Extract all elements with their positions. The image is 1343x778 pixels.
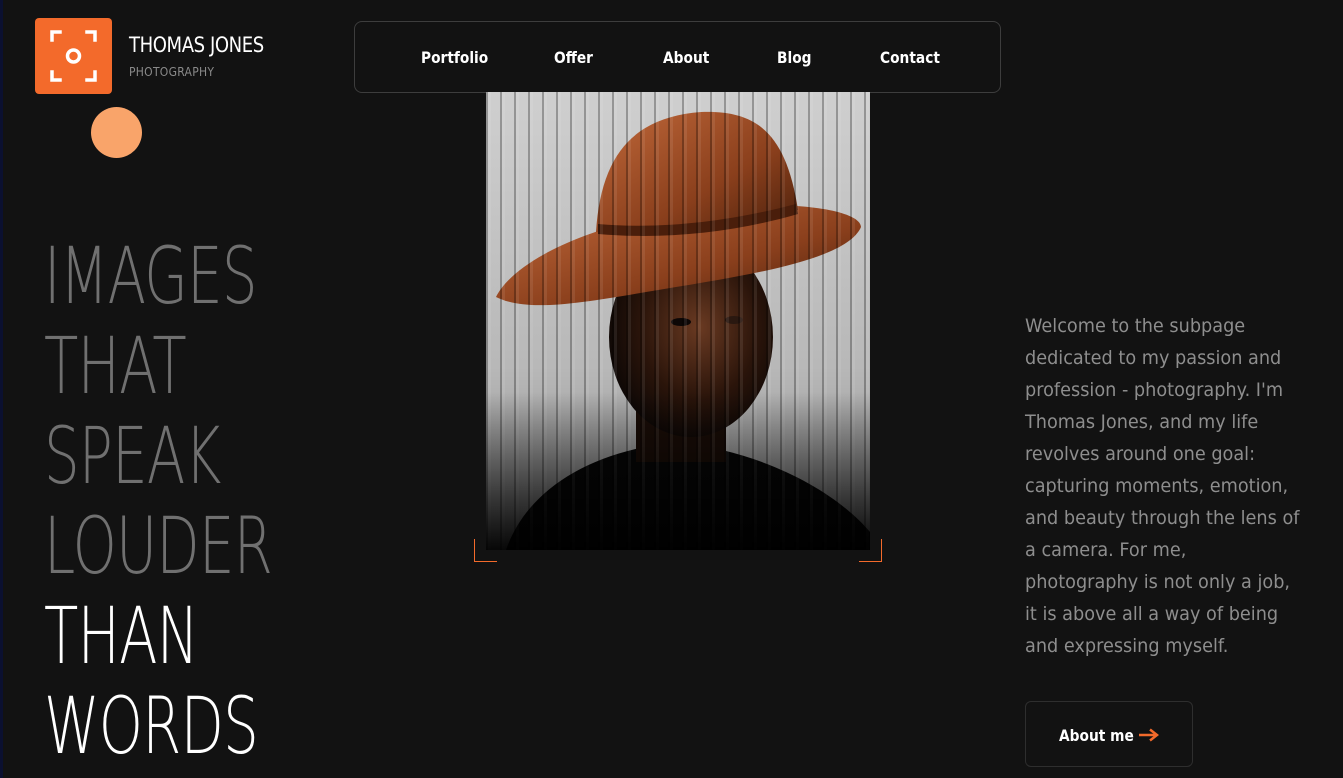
intro-line: dedicated to my passion and: [1025, 347, 1282, 369]
intro-line: capturing moments, emotion,: [1025, 475, 1289, 497]
about-me-label: About me: [1059, 726, 1134, 745]
about-me-button[interactable]: About me: [1025, 701, 1193, 767]
window-edge: [0, 0, 3, 778]
nav-item-offer[interactable]: Offer: [554, 48, 593, 67]
intro-line: a camera. For me,: [1025, 539, 1187, 561]
headline-line: WORDS: [44, 682, 259, 772]
nav-item-blog[interactable]: Blog: [777, 48, 812, 67]
headline-line: IMAGES: [44, 232, 258, 322]
nav-item-portfolio[interactable]: Portfolio: [421, 48, 488, 67]
intro-line: Welcome to the subpage: [1025, 315, 1246, 337]
intro-line: Thomas Jones, and my life: [1025, 411, 1259, 433]
nav-item-about[interactable]: About: [663, 48, 709, 67]
headline-line: SPEAK: [44, 412, 221, 502]
photo-corner-right: [859, 539, 882, 562]
intro-line: photography is not only a job,: [1025, 571, 1291, 593]
decorative-dot: [91, 107, 142, 158]
intro-line: revolves around one goal:: [1025, 443, 1256, 465]
hero-headline: IMAGES THAT SPEAK LOUDER THAN WORDS: [44, 232, 273, 772]
brand-subtitle: PHOTOGRAPHY: [129, 65, 215, 79]
intro-text: Welcome to the subpage dedicated to my p…: [1025, 310, 1304, 662]
logo[interactable]: [35, 18, 112, 94]
camera-focus-icon: [50, 30, 97, 82]
portrait-photo: [486, 92, 870, 550]
brand-name: THOMAS JONES: [129, 33, 264, 57]
intro-line: and beauty through the lens of: [1025, 507, 1300, 529]
headline-line: THAN: [44, 592, 199, 682]
main-nav: Portfolio Offer About Blog Contact: [354, 21, 1001, 93]
headline-line: THAT: [44, 322, 187, 412]
intro-line: and expressing myself.: [1025, 635, 1229, 657]
headline-line: LOUDER: [44, 502, 273, 592]
intro-line: it is above all a way of being: [1025, 603, 1279, 625]
nav-item-contact[interactable]: Contact: [880, 48, 940, 67]
intro-line: profession - photography. I'm: [1025, 379, 1284, 401]
photo-corner-left: [474, 539, 497, 562]
arrow-right-icon: [1139, 728, 1159, 742]
